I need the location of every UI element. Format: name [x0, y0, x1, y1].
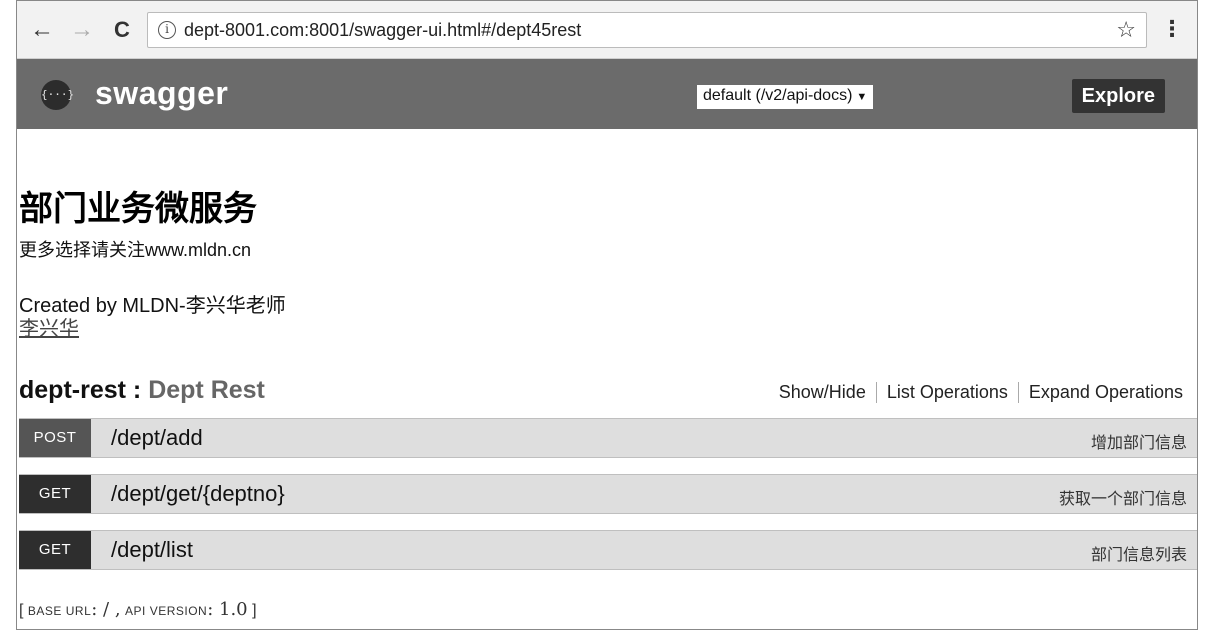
address-bar[interactable]: i dept-8001.com:8001/swagger-ui.html#/de… [147, 12, 1147, 48]
operation-path[interactable]: /dept/get/{deptno} [111, 481, 285, 507]
browser-toolbar: ← → C i dept-8001.com:8001/swagger-ui.ht… [17, 1, 1197, 59]
base-url-value: : / , [91, 599, 121, 620]
swagger-logo-icon: {···} [41, 80, 74, 110]
browser-window: ← → C i dept-8001.com:8001/swagger-ui.ht… [16, 0, 1198, 630]
resource-name[interactable]: dept-rest [19, 376, 126, 404]
forward-arrow-icon[interactable]: → [69, 15, 95, 45]
reload-icon[interactable]: C [109, 15, 135, 45]
url-text[interactable]: dept-8001.com:8001/swagger-ui.html#/dept… [184, 20, 581, 41]
http-method-badge[interactable]: GET [19, 475, 91, 513]
operation-summary[interactable]: 部门信息列表 [1091, 541, 1187, 565]
footer-open-bracket: [ [19, 602, 24, 619]
api-info-footer: [ BASE URL: / , API VERSION: 1.0 ] [19, 599, 257, 620]
operation-summary[interactable]: 获取一个部门信息 [1059, 485, 1187, 509]
operation-row-get[interactable]: GET /dept/get/{deptno} 获取一个部门信息 [19, 474, 1197, 514]
resource-description: Dept Rest [148, 376, 265, 404]
expand-operations-link[interactable]: Expand Operations [1017, 382, 1183, 403]
chevron-down-icon: ▼ [856, 91, 868, 103]
api-version-value: : 1.0 [207, 599, 248, 620]
page-title: 部门业务微服务 [19, 190, 257, 228]
http-method-badge[interactable]: POST [19, 419, 91, 457]
operation-row-add[interactable]: POST /dept/add 增加部门信息 [19, 418, 1197, 458]
operation-path[interactable]: /dept/list [111, 537, 193, 563]
back-arrow-icon[interactable]: ← [29, 15, 55, 45]
info-icon[interactable]: i [158, 21, 176, 39]
http-method-badge[interactable]: GET [19, 531, 91, 569]
operation-summary[interactable]: 增加部门信息 [1091, 429, 1187, 453]
api-select-value: default (/v2/api-docs) [703, 87, 853, 104]
swagger-logo-text[interactable]: swagger [95, 75, 228, 112]
contact-link[interactable]: 李兴华 [19, 312, 79, 341]
api-version-label: API VERSION [125, 604, 208, 618]
explore-button[interactable]: Explore [1071, 79, 1165, 113]
more-vert-icon[interactable]: ⋮ [1161, 15, 1183, 43]
operation-path[interactable]: /dept/add [111, 425, 203, 451]
show-hide-link[interactable]: Show/Hide [769, 382, 876, 403]
resource-heading[interactable]: dept-rest : Dept Rest [19, 376, 265, 405]
info-description: 更多选择请关注www.mldn.cn [19, 240, 252, 260]
base-url-label: BASE URL [27, 604, 92, 618]
star-icon[interactable]: ☆ [1116, 17, 1136, 43]
resource-separator: : [125, 376, 149, 404]
footer-close-bracket: ] [252, 602, 257, 619]
api-docs-select[interactable]: default (/v2/api-docs) ▼ [697, 85, 874, 109]
swagger-header: {···} swagger default (/v2/api-docs) ▼ Ex… [17, 59, 1197, 129]
operation-row-list[interactable]: GET /dept/list 部门信息列表 [19, 530, 1197, 570]
list-operations-link[interactable]: List Operations [875, 382, 1018, 403]
resource-actions: Show/Hide List Operations Expand Operation… [769, 382, 1183, 403]
